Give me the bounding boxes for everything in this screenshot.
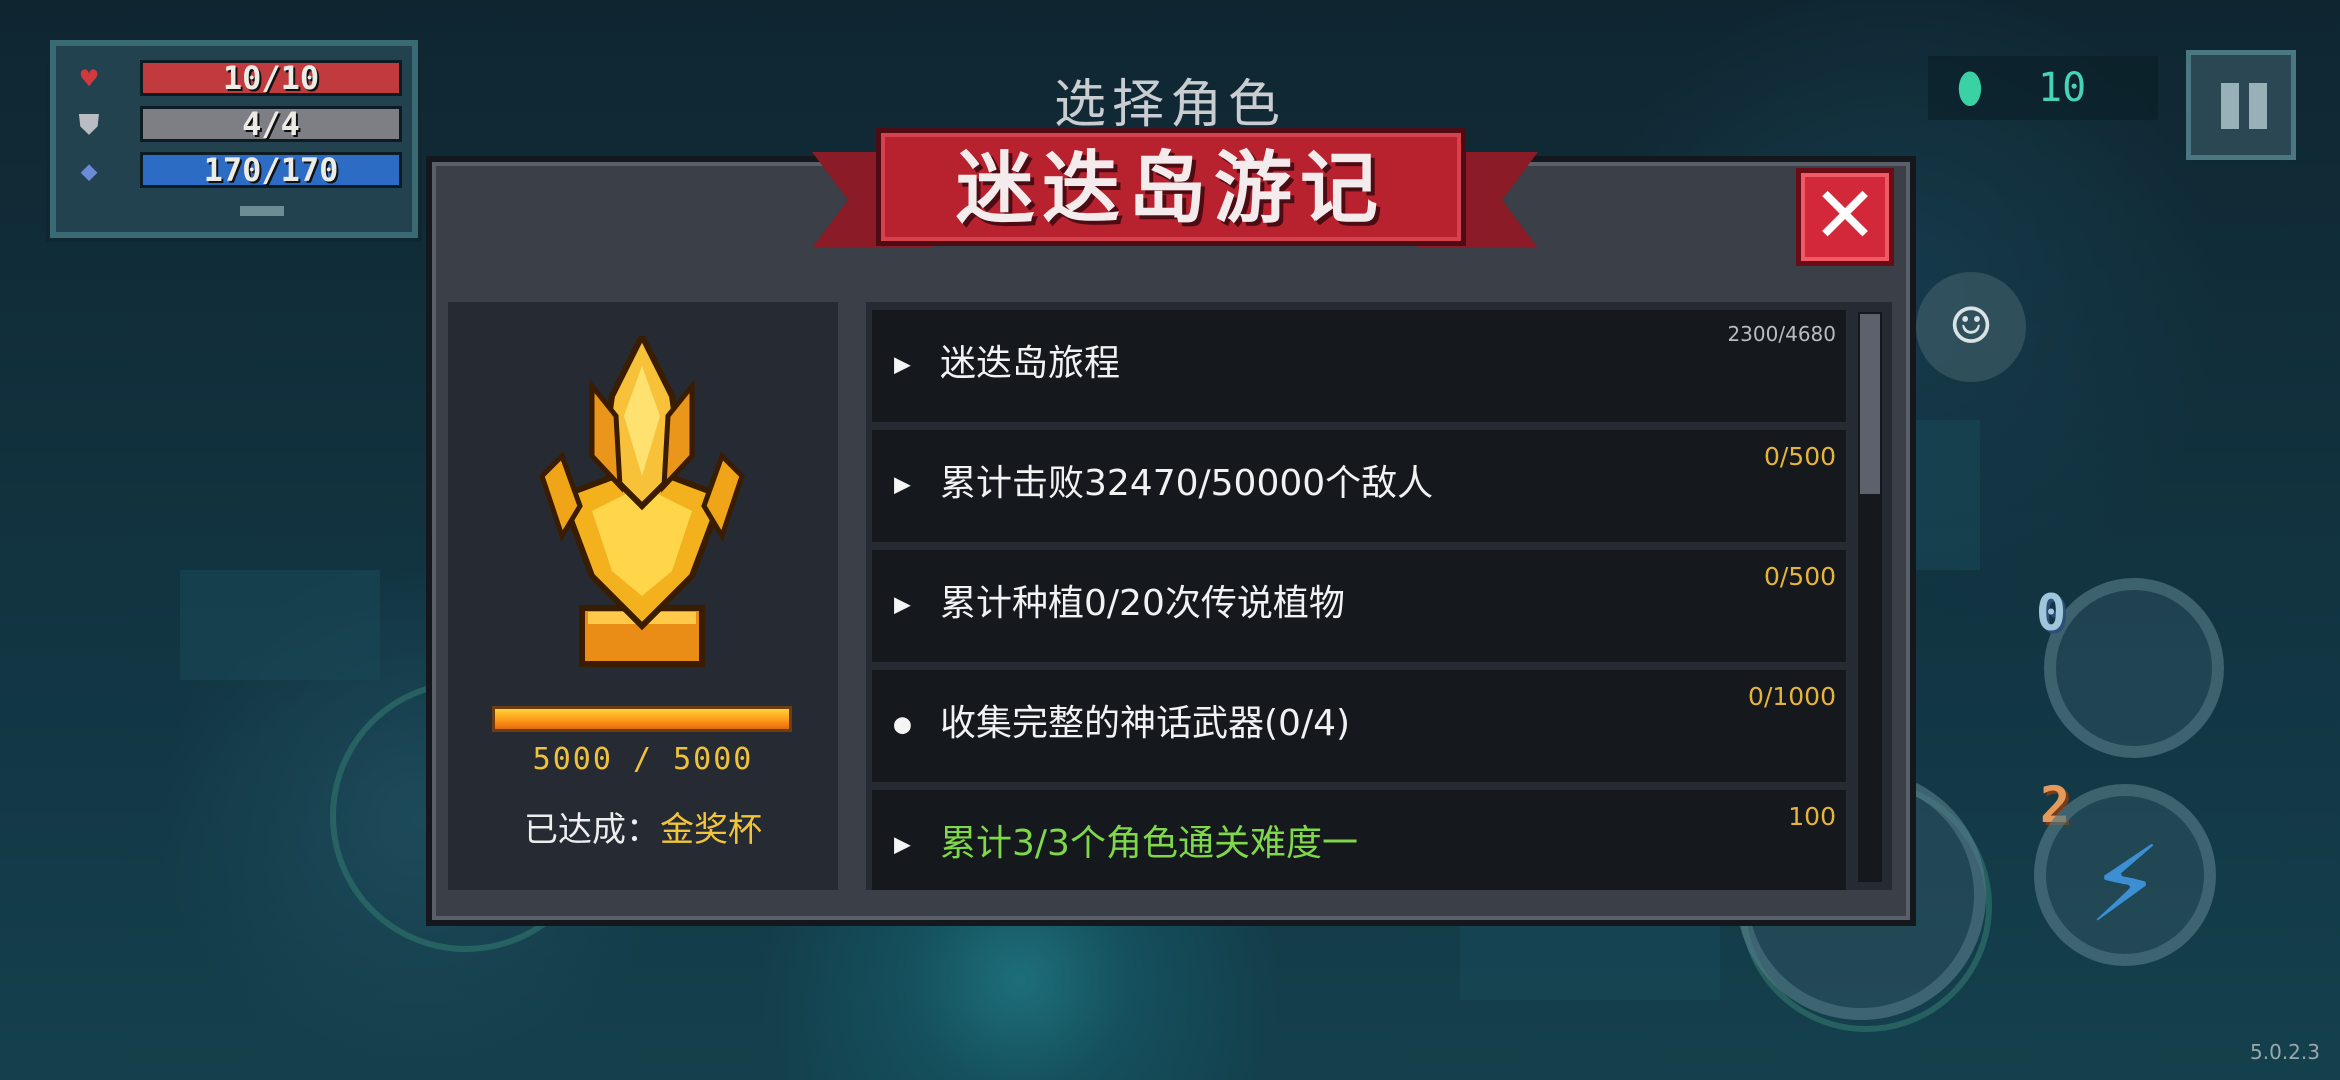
player-stats-panel: ♥ 10/10 ⛊ 4/4 ◆ 170/170 (50, 40, 418, 238)
quest-item[interactable]: ▶ 累计3/3个角色通关难度一 100 (872, 790, 1846, 890)
trophy-progress-bar (492, 706, 792, 732)
energy-value: 170/170 (203, 151, 339, 189)
quest-reward: 0/500 (1763, 562, 1836, 591)
quest-text: 累计击败32470/50000个敌人 (940, 463, 1434, 504)
screen-title: 选择角色 (1053, 75, 1286, 135)
hp-value: 10/10 (222, 59, 320, 97)
close-icon: ✕ (1812, 171, 1878, 261)
emote-button[interactable]: ☺ (1916, 272, 2026, 382)
quest-reward: 0/500 (1763, 442, 1836, 471)
quest-text: 收集完整的神话武器(0/4) (940, 703, 1351, 744)
quest-reward: 100 (1788, 802, 1836, 831)
dialog-title-banner: 迷迭岛游记 (876, 128, 1466, 246)
quest-item[interactable]: ▶ 累计种植0/20次传说植物 0/500 (872, 550, 1846, 662)
armor-bar: 4/4 (140, 106, 402, 142)
quest-reward: 2300/4680 (1727, 322, 1836, 346)
quest-item[interactable]: ▶ 迷迭岛旅程 2300/4680 (872, 310, 1846, 422)
lightning-icon: ⚡ (2088, 811, 2162, 950)
expand-arrow-icon: ▶ (894, 467, 911, 500)
smiley-icon: ☺ (1951, 290, 1991, 364)
pause-icon (2221, 83, 2239, 129)
close-button[interactable]: ✕ (1796, 168, 1894, 266)
version-label: 5.0.2.3 (2250, 1040, 2320, 1064)
weapon-swap-button[interactable] (2044, 578, 2224, 758)
armor-value: 4/4 (242, 105, 300, 143)
trophy-progress-fill (495, 709, 789, 729)
pause-button[interactable] (2186, 50, 2296, 160)
pause-icon (2249, 83, 2267, 129)
energy-row: ◆ 170/170 (70, 150, 402, 192)
achieved-label: 已达成： (524, 810, 660, 850)
expand-arrow-icon: ▶ (894, 587, 911, 620)
gem-icon: ⬮ (1956, 63, 1984, 112)
quest-reward: 0/1000 (1748, 682, 1836, 711)
dialog-title: 迷迭岛游记 (955, 144, 1386, 234)
hp-row: ♥ 10/10 (70, 58, 402, 100)
gem-counter: ⬮ 10 (1928, 56, 2158, 120)
quest-text: 迷迭岛旅程 (940, 343, 1121, 384)
hp-bar: 10/10 (140, 60, 402, 96)
weapon-slot-count-1: 0 (2036, 584, 2067, 642)
heart-icon: ♥ (80, 62, 98, 95)
bullet-icon: ● (894, 707, 911, 740)
expand-arrow-icon: ▶ (894, 347, 911, 380)
diamond-icon: ◆ (80, 154, 98, 187)
achieved-line: 已达成：金奖杯 (448, 802, 838, 851)
trophy-panel: 5000 / 5000 已达成：金奖杯 (448, 302, 838, 890)
shield-icon: ⛊ (78, 108, 100, 141)
golden-trophy-icon (539, 336, 745, 667)
terrain-patch (180, 570, 380, 680)
hud-collapse-handle[interactable] (240, 206, 284, 216)
gem-count: 10 (2038, 65, 2087, 111)
scroll-thumb[interactable] (1860, 314, 1880, 494)
quest-item[interactable]: ▶ 累计击败32470/50000个敌人 0/500 (872, 430, 1846, 542)
quest-list[interactable]: ▶ 迷迭岛旅程 2300/4680 ▶ 累计击败32470/50000个敌人 0… (866, 302, 1892, 890)
energy-bar: 170/170 (140, 152, 402, 188)
trophy-progress-text: 5000 / 5000 (532, 742, 754, 777)
quest-text: 累计种植0/20次传说植物 (940, 583, 1345, 624)
skill-button[interactable]: ⚡ (2034, 784, 2216, 966)
expand-arrow-icon: ▶ (894, 827, 911, 860)
armor-row: ⛊ 4/4 (70, 104, 402, 146)
quest-text: 累计3/3个角色通关难度一 (940, 823, 1358, 864)
quest-item[interactable]: ● 收集完整的神话武器(0/4) 0/1000 (872, 670, 1846, 782)
achieved-value: 金奖杯 (660, 810, 762, 850)
quest-scrollbar[interactable] (1858, 312, 1882, 882)
